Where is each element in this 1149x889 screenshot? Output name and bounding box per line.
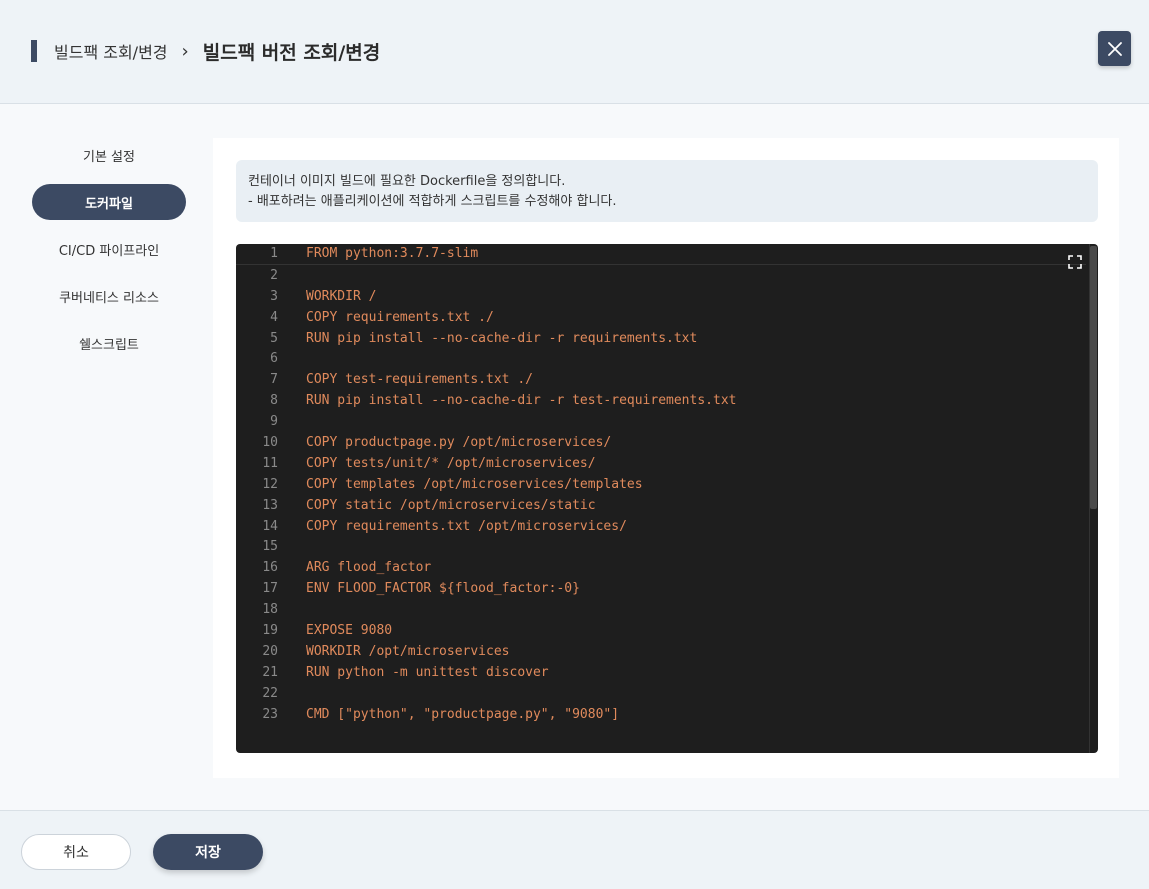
- line-number: 19: [262, 622, 278, 638]
- code-line: 2: [236, 265, 1086, 286]
- line-number: 17: [262, 581, 278, 597]
- line-number: 23: [262, 706, 278, 722]
- code-line: 19 EXPOSE 9080: [236, 620, 1086, 641]
- line-number: 13: [262, 497, 278, 513]
- line-number: 3: [270, 288, 278, 304]
- code-text: EXPOSE 9080: [306, 622, 393, 638]
- sidebar-item-label: CI/CD 파이프라인: [58, 243, 160, 259]
- code-line: 1 FROM python:3.7.7-slim: [236, 244, 1086, 265]
- code-text: COPY requirements.txt ./: [306, 309, 494, 325]
- sidebar-item-label: 도커파일: [85, 196, 133, 212]
- line-number: 12: [262, 476, 278, 492]
- code-text: COPY test-requirements.txt ./: [306, 372, 533, 388]
- code-text: WORKDIR /opt/microservices: [306, 643, 510, 659]
- sidebar-item-kubernetes-resources[interactable]: 쿠버네티스 리소스: [32, 278, 186, 314]
- scrollbar-thumb[interactable]: [1090, 246, 1097, 509]
- line-number: 9: [270, 414, 278, 430]
- notice-line: 컨테이너 이미지 빌드에 필요한 Dockerfile을 정의합니다.: [248, 174, 566, 189]
- line-number: 16: [262, 560, 278, 576]
- info-notice: 컨테이너 이미지 빌드에 필요한 Dockerfile을 정의합니다. - 배포…: [236, 160, 1098, 222]
- sidebar-item-basic-settings[interactable]: 기본 설정: [32, 137, 186, 173]
- code-line: 3 WORKDIR /: [236, 286, 1086, 307]
- sidebar-item-shell-script[interactable]: 쉘스크립트: [32, 325, 186, 361]
- editor-scrollbar[interactable]: [1089, 244, 1098, 753]
- line-number: 11: [262, 455, 278, 471]
- code-line: 16 ARG flood_factor: [236, 557, 1086, 578]
- page-footer: 취소 저장: [0, 810, 1149, 889]
- code-text: COPY tests/unit/* /opt/microservices/: [306, 455, 596, 471]
- content-panel: 컨테이너 이미지 빌드에 필요한 Dockerfile을 정의합니다. - 배포…: [213, 138, 1119, 778]
- code-text: COPY productpage.py /opt/microservices/: [306, 434, 612, 450]
- close-icon: [1107, 41, 1122, 56]
- header-accent-bar: [31, 40, 37, 62]
- notice-line: - 배포하려는 애플리케이션에 적합하게 스크립트를 수정해야 합니다.: [248, 194, 617, 209]
- line-number: 7: [270, 372, 278, 388]
- sidebar-item-dockerfile[interactable]: 도커파일: [32, 184, 186, 220]
- code-line: 22: [236, 683, 1086, 704]
- code-line: 12 COPY templates /opt/microservices/temp…: [236, 474, 1086, 495]
- code-text: COPY requirements.txt /opt/microservices…: [306, 518, 627, 534]
- code-line: 15: [236, 536, 1086, 557]
- line-number: 8: [270, 393, 278, 409]
- code-line: 21 RUN python -m unittest discover: [236, 662, 1086, 683]
- code-text: COPY static /opt/microservices/static: [306, 497, 596, 513]
- code-text: RUN python -m unittest discover: [306, 664, 549, 680]
- sidebar-item-label: 쿠버네티스 리소스: [59, 290, 159, 306]
- code-line: 6: [236, 348, 1086, 369]
- line-number: 4: [270, 309, 278, 325]
- page-header: 빌드팩 조회/변경 › 빌드팩 버전 조회/변경: [0, 0, 1149, 104]
- code-text: RUN pip install --no-cache-dir -r requir…: [306, 330, 698, 346]
- save-button[interactable]: 저장: [153, 834, 263, 870]
- line-number: 1: [270, 246, 278, 262]
- code-line: 10 COPY productpage.py /opt/microservices…: [236, 432, 1086, 453]
- line-number: 22: [262, 685, 278, 701]
- code-line: 18: [236, 599, 1086, 620]
- code-text: WORKDIR /: [306, 288, 377, 304]
- page-title: 빌드팩 버전 조회/변경: [202, 41, 381, 64]
- line-number: 5: [270, 330, 278, 346]
- code-line: 4 COPY requirements.txt ./: [236, 307, 1086, 328]
- code-line: 9: [236, 411, 1086, 432]
- line-number: 6: [270, 351, 278, 367]
- code-line: 23 CMD ["python", "productpage.py", "9080…: [236, 704, 1086, 725]
- code-line: 14 COPY requirements.txt /opt/microservic…: [236, 516, 1086, 537]
- code-text: COPY templates /opt/microservices/templa…: [306, 476, 643, 492]
- code-text: FROM python:3.7.7-slim: [306, 246, 479, 262]
- line-number: 20: [262, 643, 278, 659]
- line-number: 18: [262, 602, 278, 618]
- code-editor[interactable]: 1 FROM python:3.7.7-slim 2 3 WORKDIR /4 COPY …: [236, 244, 1098, 753]
- sidebar-item-label: 쉘스크립트: [79, 337, 139, 353]
- sidebar-nav: 기본 설정 도커파일 CI/CD 파이프라인 쿠버네티스 리소스 쉘스크립트: [32, 137, 186, 372]
- sidebar-item-cicd-pipeline[interactable]: CI/CD 파이프라인: [32, 231, 186, 267]
- code-line: 8 RUN pip install --no-cache-dir -r test-…: [236, 390, 1086, 411]
- line-number: 14: [262, 518, 278, 534]
- code-lines: 1 FROM python:3.7.7-slim 2 3 WORKDIR /4 COPY …: [236, 244, 1086, 724]
- fullscreen-button[interactable]: [1068, 254, 1082, 269]
- code-text: CMD ["python", "productpage.py", "9080"]: [306, 706, 620, 722]
- fullscreen-icon: [1068, 255, 1082, 269]
- line-number: 21: [262, 664, 278, 680]
- code-line: 13 COPY static /opt/microservices/static: [236, 495, 1086, 516]
- code-line: 5 RUN pip install --no-cache-dir -r requi…: [236, 328, 1086, 349]
- code-text: ENV FLOOD_FACTOR ${flood_factor:-0}: [306, 581, 580, 597]
- line-number: 2: [270, 267, 278, 283]
- sidebar-item-label: 기본 설정: [83, 149, 135, 165]
- line-number: 15: [262, 539, 278, 555]
- breadcrumb-separator: ›: [181, 40, 189, 62]
- code-line: 17 ENV FLOOD_FACTOR ${flood_factor:-0}: [236, 578, 1086, 599]
- code-line: 7 COPY test-requirements.txt ./: [236, 369, 1086, 390]
- breadcrumb-parent[interactable]: 빌드팩 조회/변경: [54, 39, 168, 63]
- close-button[interactable]: [1098, 31, 1131, 66]
- code-line: 11 COPY tests/unit/* /opt/microservices/: [236, 453, 1086, 474]
- code-text: RUN pip install --no-cache-dir -r test-r…: [306, 393, 737, 409]
- line-number: 10: [262, 434, 278, 450]
- breadcrumb: 빌드팩 조회/변경 › 빌드팩 버전 조회/변경: [54, 38, 380, 64]
- code-line: 20 WORKDIR /opt/microservices: [236, 641, 1086, 662]
- code-text: ARG flood_factor: [306, 560, 432, 576]
- cancel-button[interactable]: 취소: [21, 834, 131, 870]
